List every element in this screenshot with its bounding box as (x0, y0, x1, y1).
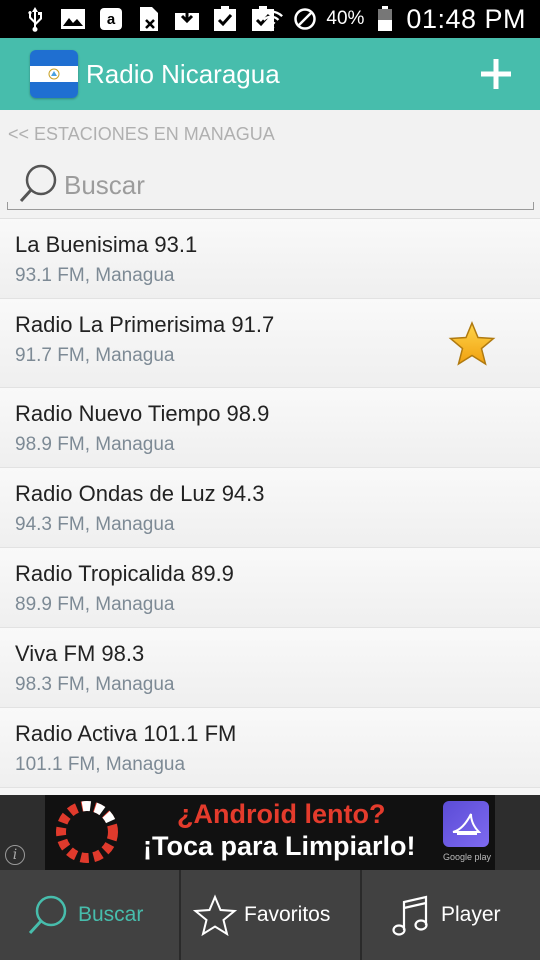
clipboard-check-icon (212, 6, 238, 32)
station-name: La Buenisima 93.1 (15, 232, 198, 257)
favorite-star-icon[interactable] (448, 321, 496, 367)
breadcrumb[interactable]: << ESTACIONES EN MANAGUA (8, 124, 275, 145)
notification-icons: a (0, 6, 276, 32)
nicaragua-flag-icon (30, 50, 78, 98)
ad-banner[interactable]: ¿Android lento? ¡Toca para Limpiarlo! Go… (45, 795, 495, 870)
station-name: Viva FM 98.3 (15, 641, 145, 666)
station-name: Radio Nuevo Tiempo 98.9 (15, 401, 270, 426)
station-item[interactable]: Viva FM 98.3 98.3 FM, Managua (0, 628, 540, 708)
tab-label: Buscar (78, 903, 144, 926)
search-bar (7, 160, 534, 210)
station-item[interactable]: Radio Tropicalida 89.9 89.9 FM, Managua (0, 548, 540, 628)
station-item[interactable]: Radio Nuevo Tiempo 98.9 98.9 FM, Managua (0, 388, 540, 468)
usb-icon (22, 6, 48, 32)
blocked-icon (292, 6, 318, 32)
cleaner-gauge-icon (53, 798, 121, 866)
tab-favoritos[interactable]: Favoritos (179, 870, 360, 960)
ad-container: ¿Android lento? ¡Toca para Limpiarlo! Go… (0, 795, 540, 870)
image-icon (60, 6, 86, 32)
station-item[interactable]: Radio Activa 101.1 FM 101.1 FM, Managua (0, 708, 540, 788)
station-list: La Buenisima 93.1 93.1 FM, Managua Radio… (0, 218, 540, 795)
tab-player[interactable]: Player (360, 870, 540, 960)
station-detail: 89.9 FM, Managua (15, 594, 175, 615)
battery-percent: 40% (326, 8, 365, 29)
station-name: Radio Ondas de Luz 94.3 (15, 481, 265, 506)
bottom-tab-bar: Buscar Favoritos Player (0, 870, 540, 960)
ad-headline: ¿Android lento? (177, 799, 386, 829)
search-icon (17, 163, 59, 205)
download-icon (174, 6, 200, 32)
tab-buscar[interactable]: Buscar (0, 870, 179, 960)
station-name: Radio La Primerisima 91.7 (15, 312, 275, 337)
wifi-icon (258, 6, 284, 32)
status-bar: a 40% 01:48 PM (0, 0, 540, 38)
info-icon[interactable]: i (5, 845, 25, 865)
station-detail: 94.3 FM, Managua (15, 514, 175, 535)
station-detail: 101.1 FM, Managua (15, 754, 186, 775)
station-name: Radio Tropicalida 89.9 (15, 561, 234, 586)
tab-label: Player (441, 903, 501, 926)
battery-icon (372, 6, 398, 32)
search-input[interactable] (64, 168, 514, 202)
station-detail: 98.3 FM, Managua (15, 674, 175, 695)
svg-text:a: a (107, 11, 116, 28)
clock: 01:48 PM (406, 3, 526, 34)
station-detail: 93.1 FM, Managua (15, 265, 175, 286)
station-item[interactable]: Radio La Primerisima 91.7 91.7 FM, Manag… (0, 299, 540, 388)
amazon-icon: a (98, 6, 124, 32)
app-bar: Radio Nicaragua (0, 38, 540, 110)
station-item[interactable]: Radio Ondas de Luz 94.3 94.3 FM, Managua (0, 468, 540, 548)
station-detail: 98.9 FM, Managua (15, 434, 175, 455)
music-note-icon (390, 894, 434, 938)
sim-icon (136, 6, 162, 32)
station-item[interactable]: La Buenisima 93.1 93.1 FM, Managua (0, 219, 540, 299)
app-title: Radio Nicaragua (86, 58, 280, 89)
google-play-badge: Google play (443, 852, 492, 862)
plus-icon[interactable] (478, 56, 514, 92)
star-outline-icon (192, 894, 238, 938)
tab-label: Favoritos (244, 903, 331, 926)
station-name: Radio Activa 101.1 FM (15, 721, 237, 746)
app-logo-icon (443, 801, 489, 847)
ad-cta: ¡Toca para Limpiarlo! (143, 831, 416, 861)
search-icon (26, 894, 70, 938)
station-detail: 91.7 FM, Managua (15, 345, 175, 366)
system-status: 40% 01:48 PM (258, 0, 526, 38)
